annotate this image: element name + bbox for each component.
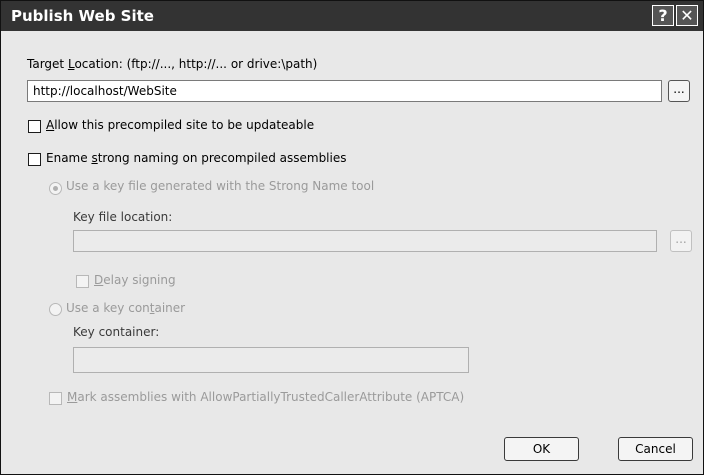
strong-naming-checkbox[interactable] bbox=[28, 153, 41, 166]
delay-signing-checkbox[interactable] bbox=[76, 275, 89, 288]
updateable-checkbox[interactable] bbox=[28, 120, 41, 133]
target-location-label: Target Location: (ftp://..., http://... … bbox=[27, 57, 318, 71]
target-browse-button[interactable]: ... bbox=[668, 80, 690, 102]
title-bar[interactable]: Publish Web Site ? ✕ bbox=[1, 1, 703, 31]
cancel-button[interactable]: Cancel bbox=[618, 437, 693, 461]
delay-signing-label[interactable]: Delay signing bbox=[94, 273, 176, 287]
key-container-label: Key container: bbox=[73, 325, 160, 339]
key-file-browse-button[interactable]: ... bbox=[670, 230, 692, 252]
key-file-location-input[interactable] bbox=[73, 230, 657, 252]
target-location-input[interactable]: http://localhost/WebSite bbox=[27, 80, 662, 102]
key-file-radio-label[interactable]: Use a key file generated with the Strong… bbox=[66, 179, 374, 193]
aptca-checkbox[interactable] bbox=[49, 392, 62, 405]
publish-web-site-dialog: Publish Web Site ? ✕ Target Location: (f… bbox=[0, 0, 704, 475]
key-container-radio[interactable] bbox=[49, 303, 62, 316]
ok-button[interactable]: OK bbox=[504, 437, 579, 461]
radio-selected-dot bbox=[53, 186, 58, 191]
dialog-title: Publish Web Site bbox=[11, 7, 154, 25]
help-button[interactable]: ? bbox=[652, 5, 674, 26]
key-file-location-label: Key file location: bbox=[73, 210, 173, 224]
updateable-label[interactable]: Allow this precompiled site to be update… bbox=[46, 118, 314, 132]
close-icon: ✕ bbox=[680, 6, 694, 25]
close-button[interactable]: ✕ bbox=[676, 5, 698, 26]
aptca-label[interactable]: Mark assemblies with AllowPartiallyTrust… bbox=[67, 390, 464, 404]
key-container-input[interactable] bbox=[73, 347, 469, 373]
strong-naming-label[interactable]: Ename strong naming on precompiled assem… bbox=[46, 151, 347, 165]
key-file-radio[interactable] bbox=[49, 182, 62, 195]
help-icon: ? bbox=[658, 6, 668, 25]
key-container-radio-label[interactable]: Use a key container bbox=[66, 301, 185, 315]
